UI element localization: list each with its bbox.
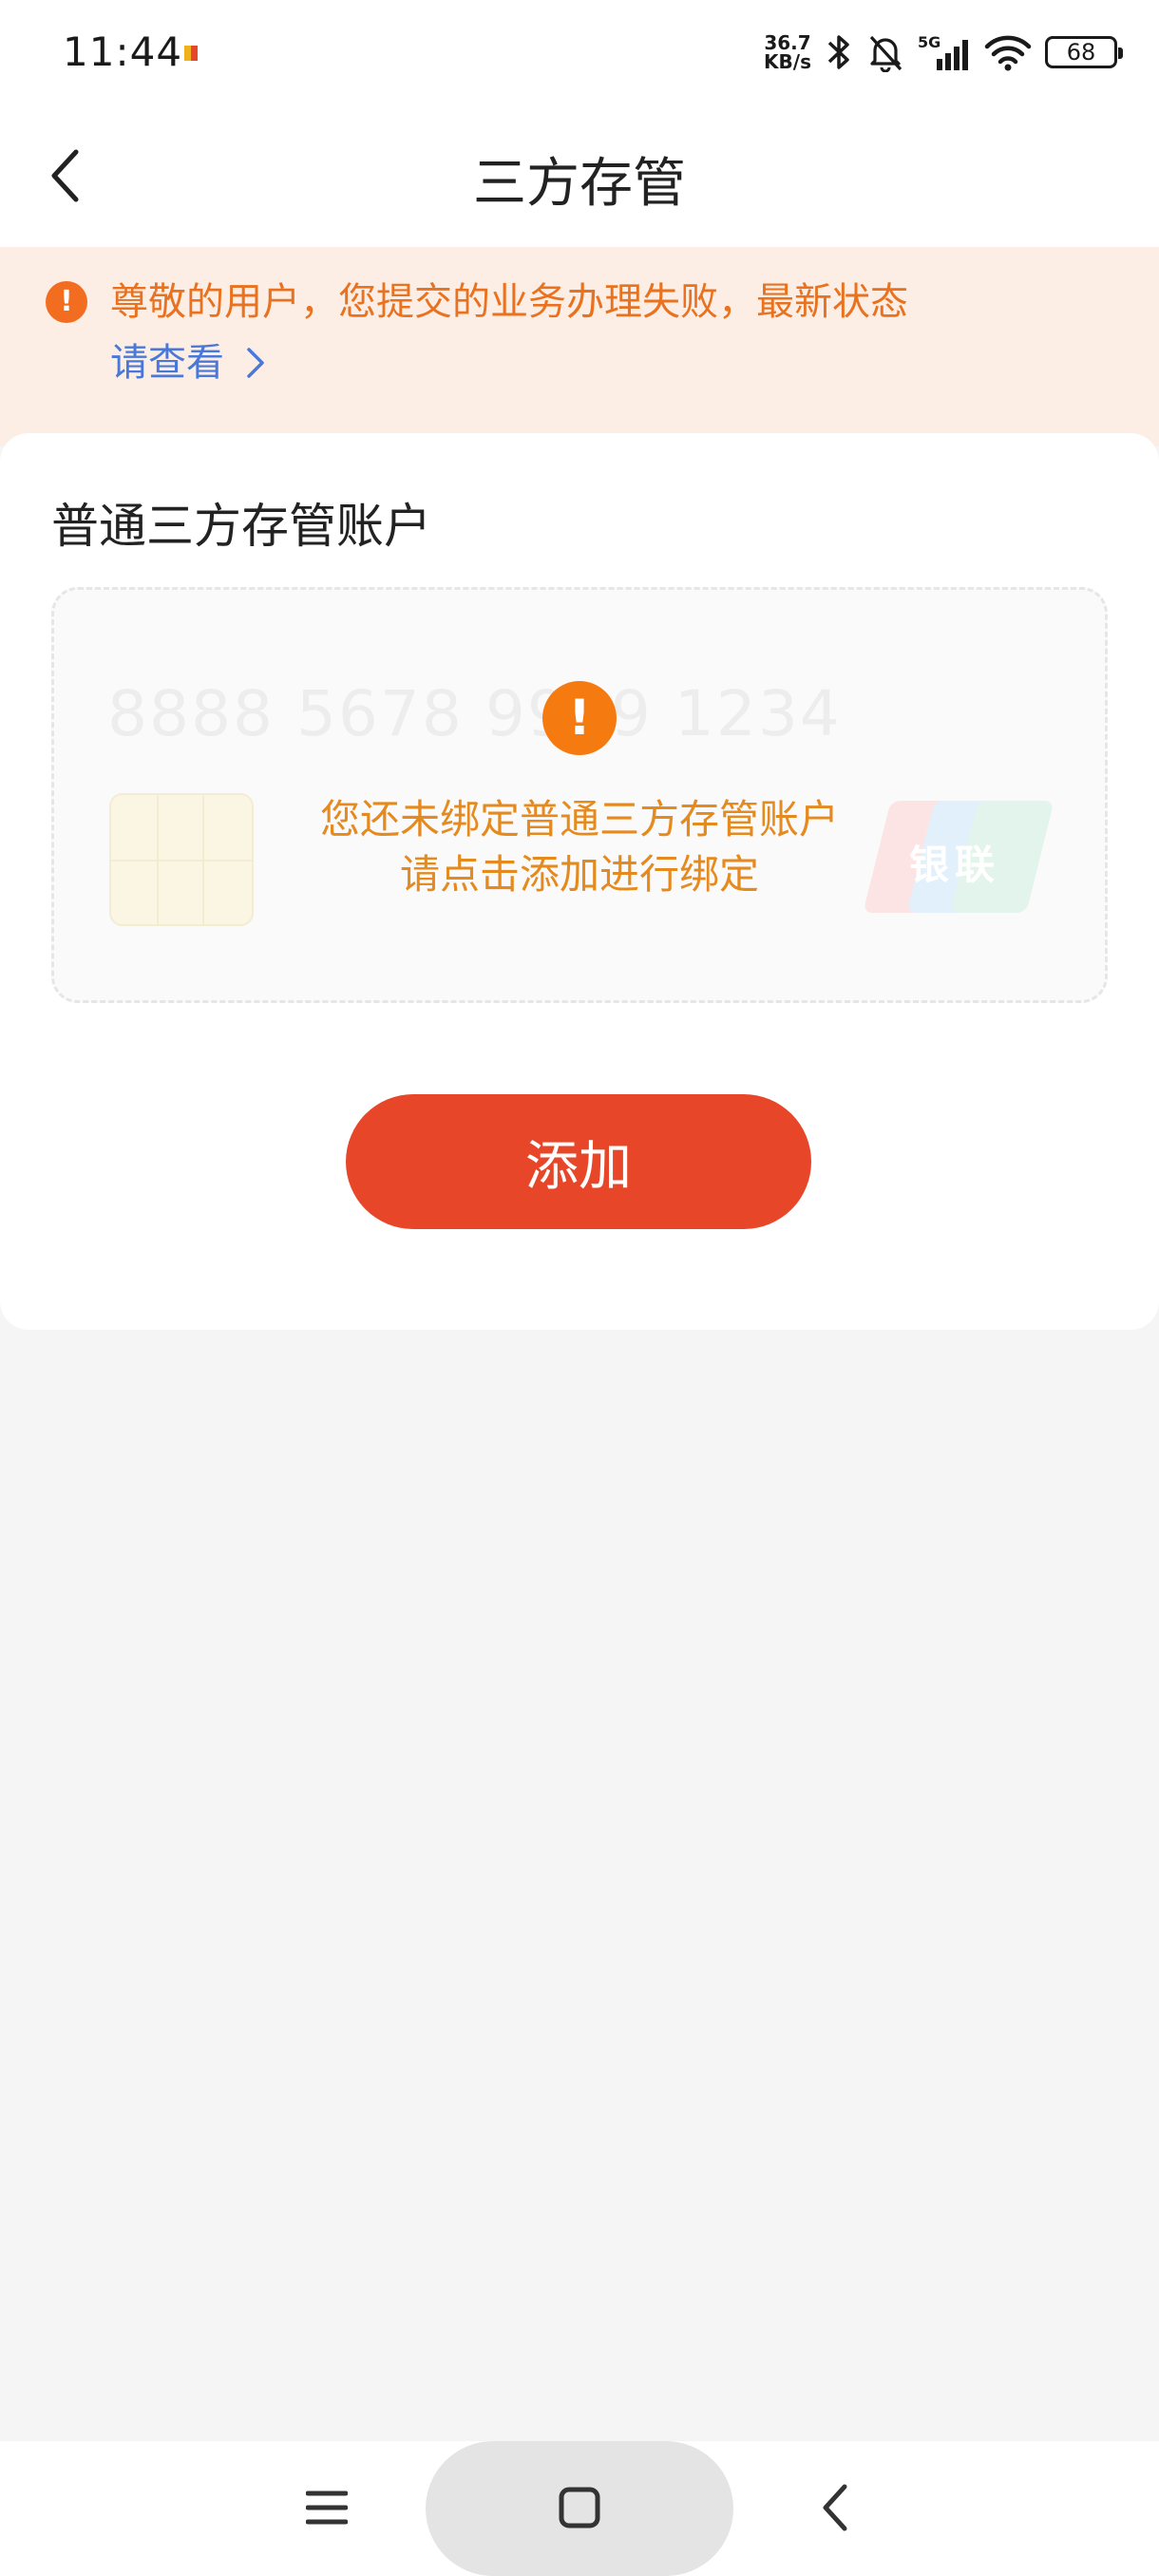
view-status-link[interactable]: 请查看 (110, 338, 266, 388)
bluetooth-icon (825, 32, 853, 72)
chevron-right-icon (247, 348, 264, 378)
view-status-label: 请查看 (110, 341, 224, 385)
menu-icon[interactable] (302, 2479, 352, 2536)
alert-icon: ! (46, 281, 87, 323)
net-speed: 36.7 KB/s (764, 31, 811, 73)
placeholder-card-number: 8888 5678 9999 1234 (107, 677, 842, 750)
signal-icon: 5G (918, 32, 971, 72)
bank-card-placeholder: 8888 5678 9999 1234 银联 ! 您还未绑定普通三方存管账户 请… (51, 587, 1108, 1003)
status-bar: 11:44 36.7 KB/s 5G 68 (0, 0, 1159, 106)
section-title: 普通三方存管账户 (51, 499, 431, 554)
screen: 11:44 36.7 KB/s 5G 68 三方存管 ! 尊敬的用户，您提交的业… (0, 0, 1159, 2576)
bell-muted-icon (866, 32, 904, 72)
empty-state-line1: 您还未绑定普通三方存管账户 (319, 796, 839, 843)
account-card: 普通三方存管账户 8888 5678 9999 1234 银联 ! 您还未绑定普… (0, 433, 1159, 1330)
back-icon[interactable] (813, 2479, 857, 2536)
failure-notice-banner: ! 尊敬的用户，您提交的业务办理失败，最新状态 请查看 (0, 247, 1159, 446)
status-time: 11:44 (63, 28, 183, 75)
wifi-icon (984, 32, 1032, 72)
status-icons: 36.7 KB/s 5G 68 (764, 28, 1123, 76)
warning-icon: ! (542, 681, 617, 755)
svg-text:5G: 5G (918, 33, 940, 51)
app-notification-icon (184, 46, 198, 61)
system-nav-bar (0, 2441, 1159, 2576)
battery-icon: 68 (1045, 36, 1123, 68)
header: 三方存管 (0, 106, 1159, 247)
notice-message: 尊敬的用户，您提交的业务办理失败，最新状态 (110, 280, 908, 324)
empty-state-line2: 请点击添加进行绑定 (399, 851, 759, 898)
add-button[interactable]: 添加 (346, 1094, 811, 1229)
home-icon[interactable] (555, 2483, 604, 2532)
page-title: 三方存管 (473, 153, 686, 215)
